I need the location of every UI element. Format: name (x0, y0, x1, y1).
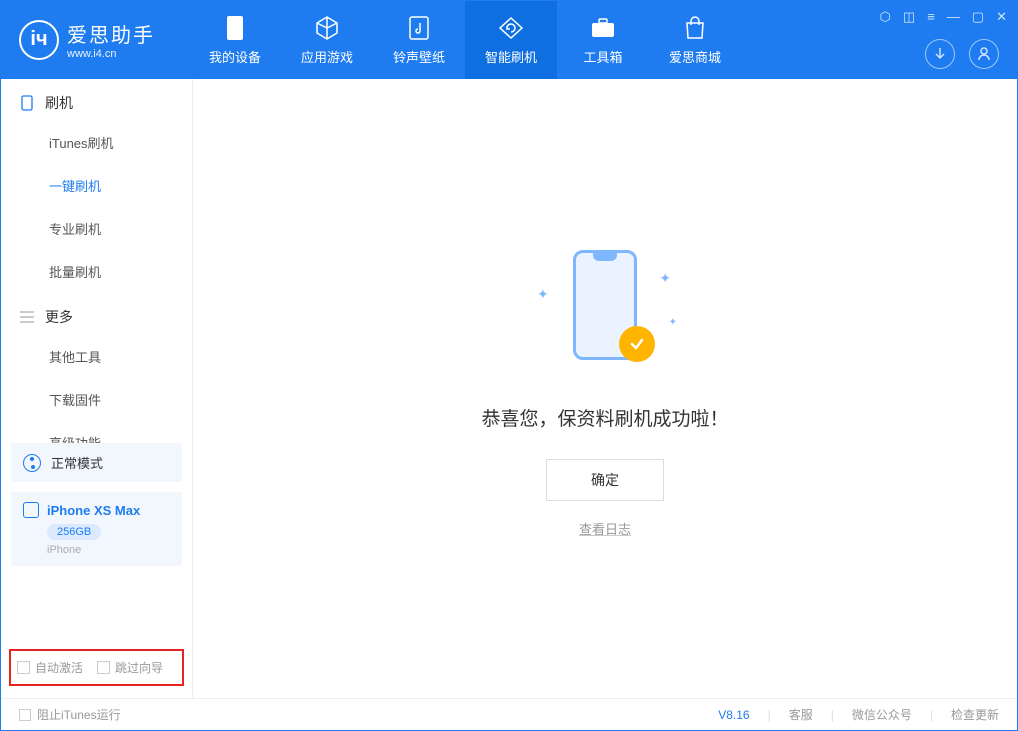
checkbox-icon (97, 661, 110, 674)
checkbox-skip-guide[interactable]: 跳过向导 (97, 659, 163, 676)
sidebar-item-batch-flash[interactable]: 批量刷机 (1, 250, 192, 293)
cube-icon (314, 15, 340, 41)
mode-icon (23, 454, 41, 472)
app-name: 爱思助手 (67, 19, 155, 48)
device-name: iPhone XS Max (47, 503, 140, 518)
mode-label: 正常模式 (51, 453, 103, 472)
main-content: ✦ ✦ ✦ 恭喜您，保资料刷机成功啦！ 确定 查看日志 (193, 79, 1017, 698)
menu-icon[interactable]: ≡ (927, 9, 935, 25)
device-panel: 正常模式 iPhone XS Max 256GB iPhone (11, 443, 182, 566)
nav-label: 应用游戏 (301, 47, 353, 66)
device-mode[interactable]: 正常模式 (11, 443, 182, 482)
refresh-icon (498, 15, 524, 41)
logo-icon: iч (19, 20, 59, 60)
tshirt-icon[interactable]: ⬡ (880, 9, 891, 25)
app-logo: iч 爱思助手 www.i4.cn (1, 1, 173, 60)
titlebar-controls: ⬡ ◫ ≡ ― ▢ ✕ (880, 9, 1007, 25)
checkbox-block-itunes[interactable]: 阻止iTunes运行 (19, 706, 121, 723)
success-message: 恭喜您，保资料刷机成功啦！ (481, 404, 728, 431)
nav-label: 铃声壁纸 (393, 47, 445, 66)
wechat-link[interactable]: 微信公众号 (852, 706, 912, 723)
nav-toolbox[interactable]: 工具箱 (557, 1, 649, 79)
section-title: 更多 (45, 307, 73, 327)
main-nav: 我的设备 应用游戏 铃声壁纸 智能刷机 工具箱 爱思商城 (189, 1, 741, 79)
flash-options-highlight: 自动激活 跳过向导 (9, 649, 184, 686)
user-button[interactable] (969, 39, 999, 69)
separator: | (930, 708, 933, 722)
list-icon (19, 309, 35, 325)
close-icon[interactable]: ✕ (996, 9, 1007, 25)
app-header: iч 爱思助手 www.i4.cn 我的设备 应用游戏 铃声壁纸 智能刷机 工具… (1, 1, 1017, 79)
device-capacity: 256GB (47, 524, 101, 540)
checkbox-icon (19, 709, 31, 721)
view-log-link[interactable]: 查看日志 (579, 519, 631, 538)
maximize-icon[interactable]: ▢ (972, 9, 984, 25)
nav-my-device[interactable]: 我的设备 (189, 1, 281, 79)
separator: | (768, 708, 771, 722)
support-link[interactable]: 客服 (789, 706, 813, 723)
device-icon (222, 15, 248, 41)
sidebar-item-pro-flash[interactable]: 专业刷机 (1, 207, 192, 250)
nav-label: 工具箱 (583, 47, 622, 66)
check-update-link[interactable]: 检查更新 (951, 706, 999, 723)
music-icon (406, 15, 432, 41)
device-icon (23, 502, 39, 518)
sparkle-icon: ✦ (537, 286, 549, 303)
nav-label: 智能刷机 (485, 47, 537, 66)
toolbox-icon (590, 15, 616, 41)
bag-icon (682, 15, 708, 41)
nav-smart-flash[interactable]: 智能刷机 (465, 1, 557, 79)
sidebar-item-other-tools[interactable]: 其他工具 (1, 335, 192, 378)
ok-button[interactable]: 确定 (546, 459, 664, 501)
checkbox-auto-activate[interactable]: 自动激活 (17, 659, 83, 676)
device-card[interactable]: iPhone XS Max 256GB iPhone (11, 492, 182, 566)
nav-label: 爱思商城 (669, 47, 721, 66)
nav-store[interactable]: 爱思商城 (649, 1, 741, 79)
checkbox-label: 阻止iTunes运行 (37, 706, 121, 723)
success-illustration: ✦ ✦ ✦ (525, 240, 685, 380)
download-button[interactable] (925, 39, 955, 69)
device-type: iPhone (47, 544, 170, 556)
nav-ringtones[interactable]: 铃声壁纸 (373, 1, 465, 79)
sparkle-icon: ✦ (659, 270, 671, 287)
nav-label: 我的设备 (209, 47, 261, 66)
separator: | (831, 708, 834, 722)
check-badge-icon (619, 326, 655, 362)
checkbox-icon (17, 661, 30, 674)
nav-apps-games[interactable]: 应用游戏 (281, 1, 373, 79)
lock-icon[interactable]: ◫ (903, 9, 915, 25)
version-label: V8.16 (718, 708, 749, 722)
sidebar-section-flash: 刷机 (1, 79, 192, 121)
sidebar-section-more: 更多 (1, 293, 192, 335)
minimize-icon[interactable]: ― (947, 9, 960, 25)
sidebar: 刷机 iTunes刷机 一键刷机 专业刷机 批量刷机 更多 其他工具 下载固件 … (1, 79, 193, 698)
sidebar-item-itunes-flash[interactable]: iTunes刷机 (1, 121, 192, 164)
section-title: 刷机 (45, 93, 73, 113)
status-bar: 阻止iTunes运行 V8.16 | 客服 | 微信公众号 | 检查更新 (1, 698, 1017, 730)
sparkle-icon: ✦ (669, 317, 677, 328)
sidebar-item-download-firmware[interactable]: 下载固件 (1, 378, 192, 421)
checkbox-label: 自动激活 (35, 659, 83, 676)
sidebar-item-one-click-flash[interactable]: 一键刷机 (1, 164, 192, 207)
app-url: www.i4.cn (67, 48, 155, 60)
header-actions (925, 39, 999, 69)
phone-notch-icon (593, 253, 617, 261)
phone-icon (19, 95, 35, 111)
checkbox-label: 跳过向导 (115, 659, 163, 676)
